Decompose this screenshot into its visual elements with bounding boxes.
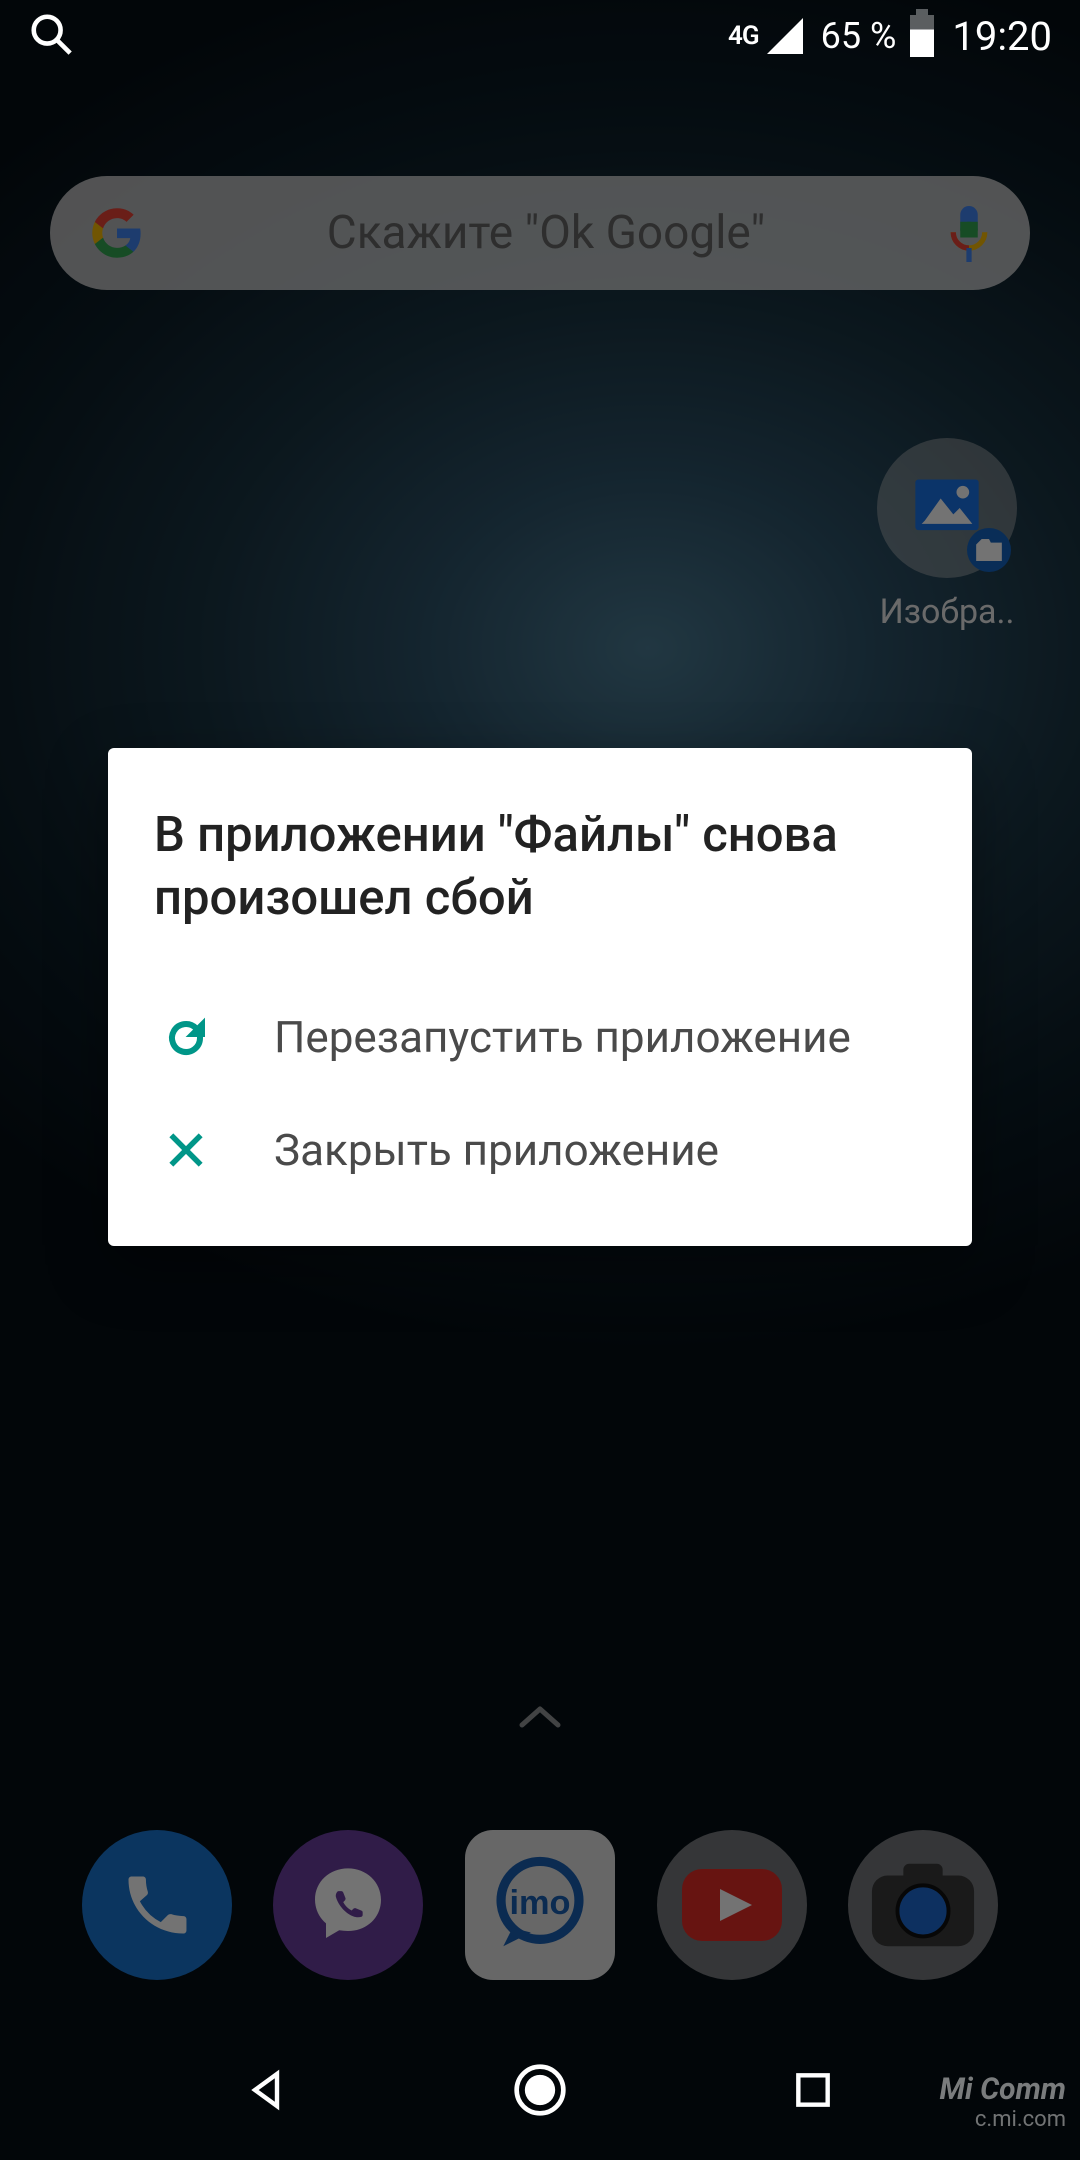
dialog-title: В приложении "Файлы" снова произошел сбо… <box>154 804 926 929</box>
signal-icon <box>767 18 803 54</box>
restart-icon <box>160 1012 212 1064</box>
battery-icon <box>910 15 934 57</box>
battery-percent: 65 % <box>821 15 897 57</box>
watermark-line1: Mi Comm <box>940 2072 1066 2107</box>
system-nav-bar <box>0 2020 1080 2160</box>
close-label: Закрыть приложение <box>274 1122 719 1178</box>
network-type-label: 4G <box>728 21 759 51</box>
clock: 19:20 <box>952 13 1052 60</box>
nav-back-button[interactable] <box>237 2060 297 2120</box>
watermark-line2: c.mi.com <box>940 2107 1066 2132</box>
status-bar: 4G 65 % 19:20 <box>0 0 1080 72</box>
nav-home-button[interactable] <box>510 2060 570 2120</box>
search-icon[interactable] <box>28 11 74 61</box>
crash-dialog: В приложении "Файлы" снова произошел сбо… <box>108 748 972 1246</box>
restart-app-option[interactable]: Перезапустить приложение <box>154 981 926 1093</box>
watermark: Mi Comm c.mi.com <box>940 2072 1066 2132</box>
close-app-option[interactable]: Закрыть приложение <box>154 1094 926 1206</box>
nav-recents-button[interactable] <box>783 2060 843 2120</box>
restart-label: Перезапустить приложение <box>274 1009 851 1065</box>
close-icon <box>160 1124 212 1176</box>
